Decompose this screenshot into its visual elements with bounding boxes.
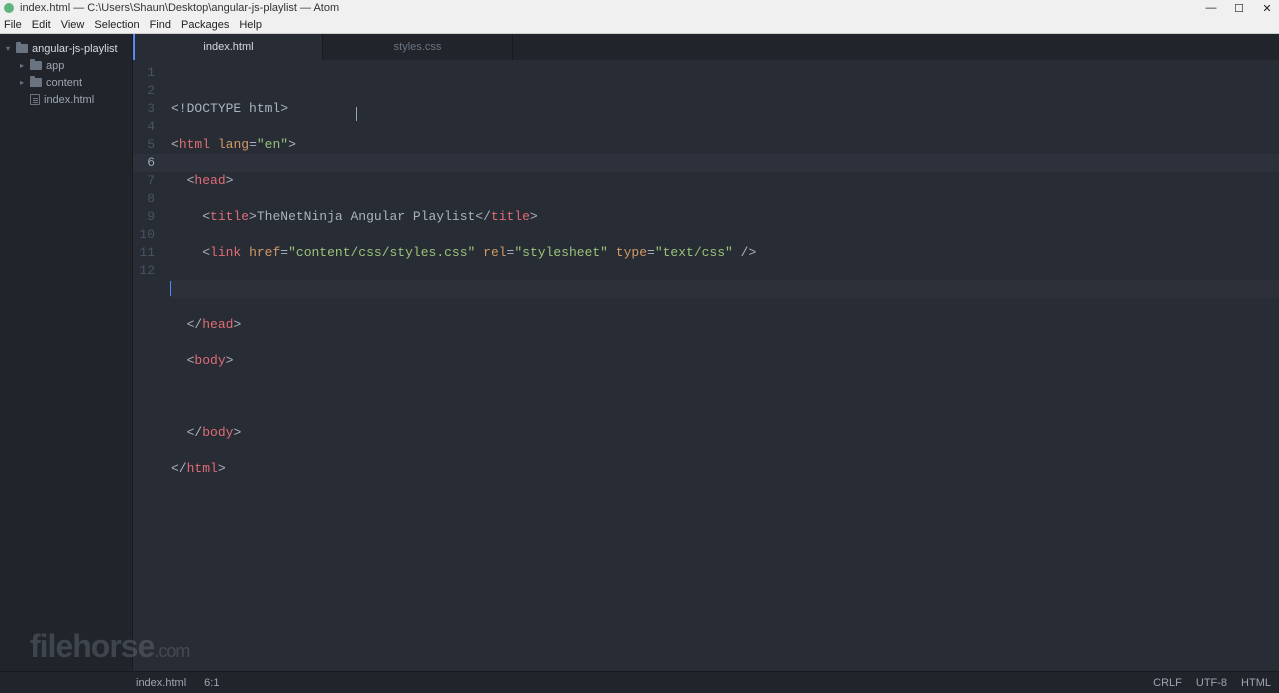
menu-selection[interactable]: Selection [94, 19, 139, 31]
tab-index-html[interactable]: index.html [133, 34, 323, 60]
menu-find[interactable]: Find [150, 19, 171, 31]
line-number: 3 [133, 100, 163, 118]
code-line: <body> [171, 352, 1279, 370]
tab-bar: index.html styles.css [133, 34, 1279, 60]
code-line: <link href="content/css/styles.css" rel=… [171, 244, 1279, 262]
code-line: <title>TheNetNinja Angular Playlist</tit… [171, 208, 1279, 226]
code-line: </html> [171, 460, 1279, 478]
line-number: 10 [133, 226, 163, 244]
chevron-down-icon[interactable]: ▾ [4, 44, 12, 53]
folder-icon [30, 61, 42, 70]
status-bar: index.html 6:1 CRLF UTF-8 HTML [0, 671, 1279, 693]
gutter: 1 2 3 4 5 6 7 8 9 10 11 12 [133, 60, 163, 671]
tab-styles-css[interactable]: styles.css [323, 34, 513, 60]
main-area: ▾ angular-js-playlist ▸ app ▸ content in… [0, 34, 1279, 671]
tree-item-label: content [46, 77, 82, 89]
code-line [171, 280, 1279, 298]
code-line: <html lang="en"> [171, 136, 1279, 154]
minimize-button[interactable]: — [1205, 2, 1217, 14]
window-controls: — ☐ ✕ [1205, 2, 1275, 14]
maximize-button[interactable]: ☐ [1233, 2, 1245, 14]
app-icon [4, 3, 14, 13]
folder-icon [30, 78, 42, 87]
status-cursor-position[interactable]: 6:1 [204, 677, 219, 689]
status-encoding[interactable]: UTF-8 [1196, 677, 1227, 689]
code-area[interactable]: <!DOCTYPE html> <html lang="en"> <head> … [163, 60, 1279, 671]
tree-root-label: angular-js-playlist [32, 43, 118, 55]
tab-label: styles.css [394, 41, 442, 53]
status-line-ending[interactable]: CRLF [1153, 677, 1182, 689]
status-grammar[interactable]: HTML [1241, 677, 1271, 689]
text-cursor-icon [356, 107, 357, 121]
tree-item-label: app [46, 60, 64, 72]
tree-item-label: index.html [44, 94, 94, 106]
line-number: 7 [133, 172, 163, 190]
line-number: 2 [133, 82, 163, 100]
line-number: 5 [133, 136, 163, 154]
tab-label: index.html [203, 41, 253, 53]
menu-file[interactable]: File [4, 19, 22, 31]
editor-panel: index.html styles.css 1 2 3 4 5 6 7 8 9 … [133, 34, 1279, 671]
file-tree[interactable]: ▾ angular-js-playlist ▸ app ▸ content in… [0, 34, 133, 671]
line-number: 8 [133, 190, 163, 208]
close-button[interactable]: ✕ [1261, 2, 1273, 14]
editor-body[interactable]: 1 2 3 4 5 6 7 8 9 10 11 12 <!DOCTYPE htm… [133, 60, 1279, 671]
code-line: <!DOCTYPE html> [171, 100, 1279, 118]
line-number: 1 [133, 64, 163, 82]
chevron-right-icon[interactable]: ▸ [18, 78, 26, 87]
title-bar: index.html — C:\Users\Shaun\Desktop\angu… [0, 0, 1279, 16]
code-line: </body> [171, 424, 1279, 442]
line-number: 11 [133, 244, 163, 262]
status-file[interactable]: index.html [136, 677, 186, 689]
tree-item-file[interactable]: index.html [0, 91, 132, 108]
tree-item-folder[interactable]: ▸ content [0, 74, 132, 91]
menu-packages[interactable]: Packages [181, 19, 229, 31]
file-icon [30, 94, 40, 105]
menu-view[interactable]: View [61, 19, 85, 31]
line-number: 4 [133, 118, 163, 136]
code-line [171, 496, 1279, 514]
menu-edit[interactable]: Edit [32, 19, 51, 31]
tree-root[interactable]: ▾ angular-js-playlist [0, 40, 132, 57]
tree-item-folder[interactable]: ▸ app [0, 57, 132, 74]
line-number: 9 [133, 208, 163, 226]
window-title: index.html — C:\Users\Shaun\Desktop\angu… [20, 2, 1205, 14]
code-line: </head> [171, 316, 1279, 334]
menu-help[interactable]: Help [239, 19, 262, 31]
line-number: 12 [133, 262, 163, 280]
folder-icon [16, 44, 28, 53]
chevron-right-icon[interactable]: ▸ [18, 61, 26, 70]
code-line: <head> [171, 172, 1279, 190]
code-line [171, 388, 1279, 406]
menu-bar: File Edit View Selection Find Packages H… [0, 16, 1279, 34]
caret-icon [170, 281, 171, 296]
